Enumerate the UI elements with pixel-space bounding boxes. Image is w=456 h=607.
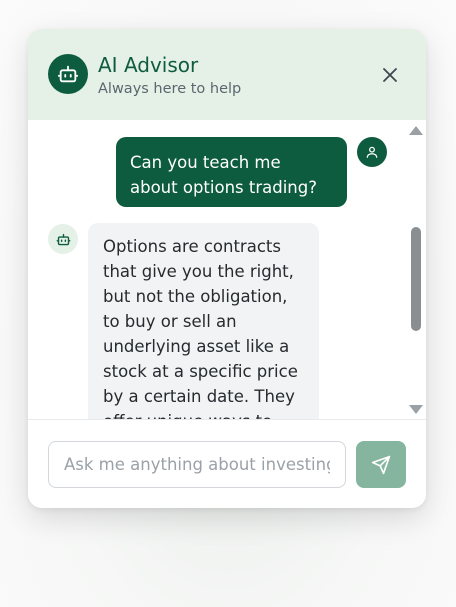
close-button[interactable] xyxy=(378,63,402,87)
robot-icon xyxy=(48,224,78,254)
message-input[interactable] xyxy=(48,441,346,488)
assistant-message-bubble: Options are contracts that give you the … xyxy=(88,223,319,419)
robot-icon xyxy=(48,54,88,94)
send-icon xyxy=(371,455,391,474)
message-scrollbar[interactable] xyxy=(406,120,426,419)
header-title: AI Advisor xyxy=(98,53,199,77)
composer xyxy=(28,419,426,508)
user-message-bubble: Can you teach me about options trading? xyxy=(116,137,347,207)
scrollbar-thumb[interactable] xyxy=(411,227,421,331)
scroll-up-arrow-icon[interactable] xyxy=(409,126,423,135)
close-icon xyxy=(383,68,397,82)
header-subtitle: Always here to help xyxy=(98,81,242,97)
scroll-down-arrow-icon[interactable] xyxy=(409,405,423,414)
message-list[interactable]: Can you teach me about options trading? … xyxy=(28,120,426,419)
user-icon xyxy=(357,137,387,167)
send-button[interactable] xyxy=(356,441,406,488)
chat-widget: AI Advisor Always here to help Can you t… xyxy=(28,29,426,508)
chat-header: AI Advisor Always here to help xyxy=(28,29,426,121)
